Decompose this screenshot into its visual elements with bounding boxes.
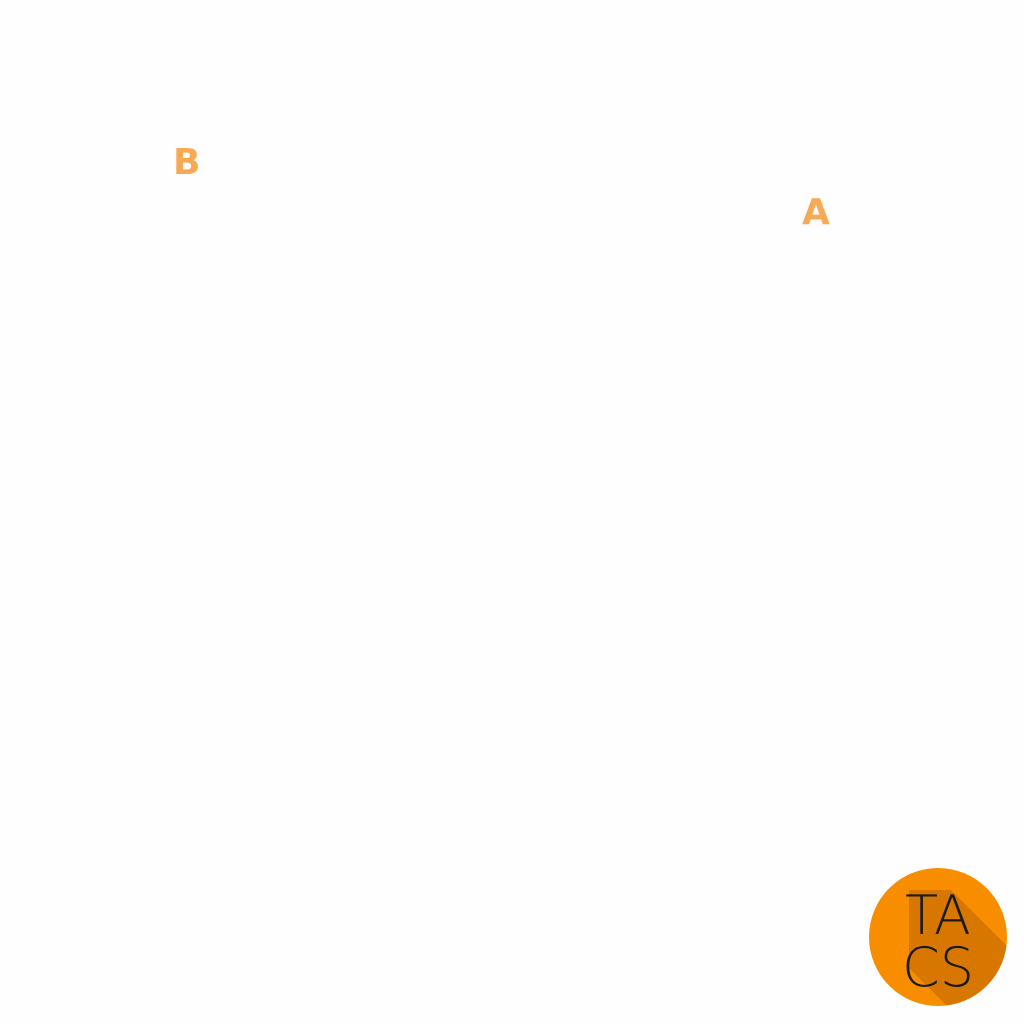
tacs-logo: TA CS xyxy=(869,868,1007,1006)
label-b: B xyxy=(173,142,201,183)
label-a: A xyxy=(802,192,830,233)
canvas: B A TA CS xyxy=(0,0,1024,1024)
logo-text-bottom: CS xyxy=(902,936,974,999)
